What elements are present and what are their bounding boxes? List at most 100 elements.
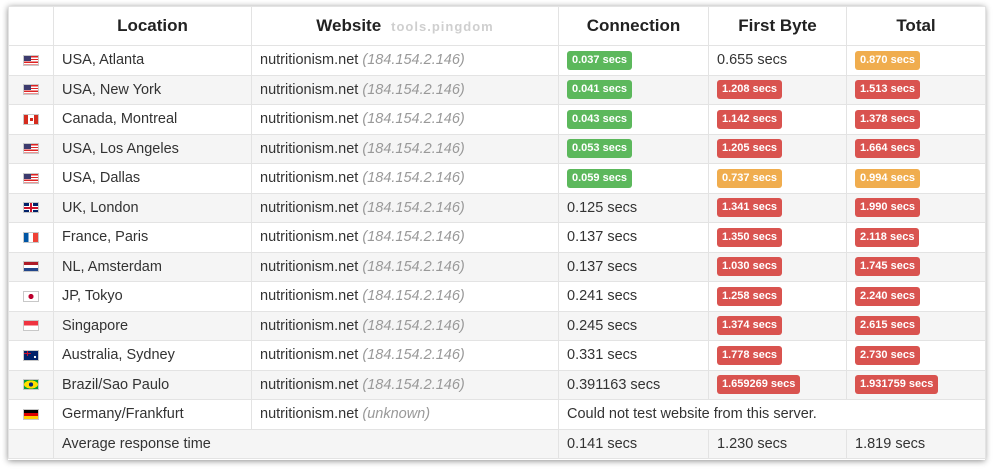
site-name: nutritionism.net [260,81,359,98]
flag-cell [8,369,54,400]
first-byte-badge: 1.374 secs [717,316,783,336]
first-byte-badge: 0.737 secs [717,168,783,188]
flag-cell [8,163,54,194]
first-byte-badge: 1.258 secs [717,286,783,306]
ip-address: (184.154.2.146) [362,288,465,305]
table-row: USA, Los Angeles nutritionism.net (184.15… [8,133,986,164]
us-flag-icon [23,172,39,184]
flag-cell [8,45,54,76]
connection-cell: 0.043 secs [558,104,709,135]
location-cell: Canada, Montreal [53,104,252,135]
website-cell: nutritionism.net (184.154.2.146) [251,45,559,76]
connection-badge: 0.059 secs [567,168,633,188]
connection-value: 0.241 secs [567,288,638,305]
table-row: France, Paris nutritionism.net (184.154.2… [8,222,986,253]
first-byte-badge: 1.030 secs [717,257,783,277]
flag-cell [8,222,54,253]
location-cell: France, Paris [53,222,252,253]
total-badge: 1.664 secs [855,139,921,159]
first-byte-cell: 0.737 secs [708,163,847,194]
table-row: USA, New York nutritionism.net (184.154.2… [8,74,986,105]
table-row: USA, Atlanta nutritionism.net (184.154.2.… [8,45,986,76]
connection-value: 0.137 secs [567,229,638,246]
connection-badge: 0.041 secs [567,80,633,100]
connection-badge: 0.037 secs [567,50,633,70]
average-total: 1.819 secs [846,428,986,459]
table-row: Brazil/Sao Paulo nutritionism.net (184.15… [8,369,986,400]
total-badge: 0.994 secs [855,168,921,188]
website-cell: nutritionism.net (unknown) [251,399,559,430]
first-byte-badge: 1.142 secs [717,109,783,129]
response-time-table: Location Website tools.pingdom Connection… [8,6,986,459]
average-row: Average response time 0.141 secs 1.230 s… [8,428,986,459]
au-flag-icon [23,349,39,361]
total-cell: 1.664 secs [846,133,986,164]
website-cell: nutritionism.net (184.154.2.146) [251,133,559,164]
total-badge: 2.240 secs [855,286,921,306]
site-name: nutritionism.net [260,170,359,187]
first-byte-cell: 1.142 secs [708,104,847,135]
connection-value: 0.137 secs [567,258,638,275]
connection-cell: 0.137 secs [558,251,709,282]
connection-cell: 0.137 secs [558,222,709,253]
connection-cell: 0.059 secs [558,163,709,194]
first-byte-cell: 1.205 secs [708,133,847,164]
site-name: nutritionism.net [260,140,359,157]
first-byte-cell: 1.374 secs [708,310,847,341]
website-cell: nutritionism.net (184.154.2.146) [251,222,559,253]
watermark: tools.pingdom [391,19,494,35]
total-badge: 2.615 secs [855,316,921,336]
total-cell: 1.990 secs [846,192,986,223]
us-flag-icon [23,54,39,66]
nl-flag-icon [23,261,39,273]
table-row: UK, London nutritionism.net (184.154.2.14… [8,192,986,223]
flag-cell [8,310,54,341]
connection-badge: 0.053 secs [567,139,633,159]
jp-flag-icon [23,290,39,302]
table-body: USA, Atlanta nutritionism.net (184.154.2.… [8,45,986,459]
first-byte-cell: 1.258 secs [708,281,847,312]
average-first-byte: 1.230 secs [708,428,847,459]
flag-cell [8,251,54,282]
location-cell: UK, London [53,192,252,223]
location-column-header: Location [53,6,252,46]
flag-cell [8,104,54,135]
ip-address: (unknown) [362,406,431,423]
connection-cell: 0.245 secs [558,310,709,341]
ip-address: (184.154.2.146) [362,317,465,334]
total-badge: 2.730 secs [855,345,921,365]
location-cell: NL, Amsterdam [53,251,252,282]
location-cell: USA, New York [53,74,252,105]
de-flag-icon [23,408,39,420]
total-badge: 1.990 secs [855,198,921,218]
total-badge: 1.931759 secs [855,375,939,395]
connection-cell: 0.037 secs [558,45,709,76]
ip-address: (184.154.2.146) [362,140,465,157]
website-column-header: Website tools.pingdom [251,6,559,46]
website-cell: nutritionism.net (184.154.2.146) [251,251,559,282]
table-row: USA, Dallas nutritionism.net (184.154.2.1… [8,163,986,194]
first-byte-badge: 1.778 secs [717,345,783,365]
total-cell: 2.118 secs [846,222,986,253]
first-byte-badge: 1.208 secs [717,80,783,100]
site-name: nutritionism.net [260,406,359,423]
total-column-header: Total [846,6,986,46]
flag-cell [8,281,54,312]
ip-address: (184.154.2.146) [362,258,465,275]
ip-address: (184.154.2.146) [362,347,465,364]
connection-cell: 0.125 secs [558,192,709,223]
location-cell: USA, Los Angeles [53,133,252,164]
connection-value: 0.245 secs [567,317,638,334]
website-cell: nutritionism.net (184.154.2.146) [251,163,559,194]
site-name: nutritionism.net [260,52,359,69]
first-byte-cell: 1.659269 secs [708,369,847,400]
ip-address: (184.154.2.146) [362,81,465,98]
first-byte-cell: 1.030 secs [708,251,847,282]
website-cell: nutritionism.net (184.154.2.146) [251,281,559,312]
website-cell: nutritionism.net (184.154.2.146) [251,340,559,371]
ip-address: (184.154.2.146) [362,111,465,128]
total-cell: 1.745 secs [846,251,986,282]
flag-cell [8,428,54,459]
table-row: JP, Tokyo nutritionism.net (184.154.2.146… [8,281,986,312]
location-cell: Brazil/Sao Paulo [53,369,252,400]
